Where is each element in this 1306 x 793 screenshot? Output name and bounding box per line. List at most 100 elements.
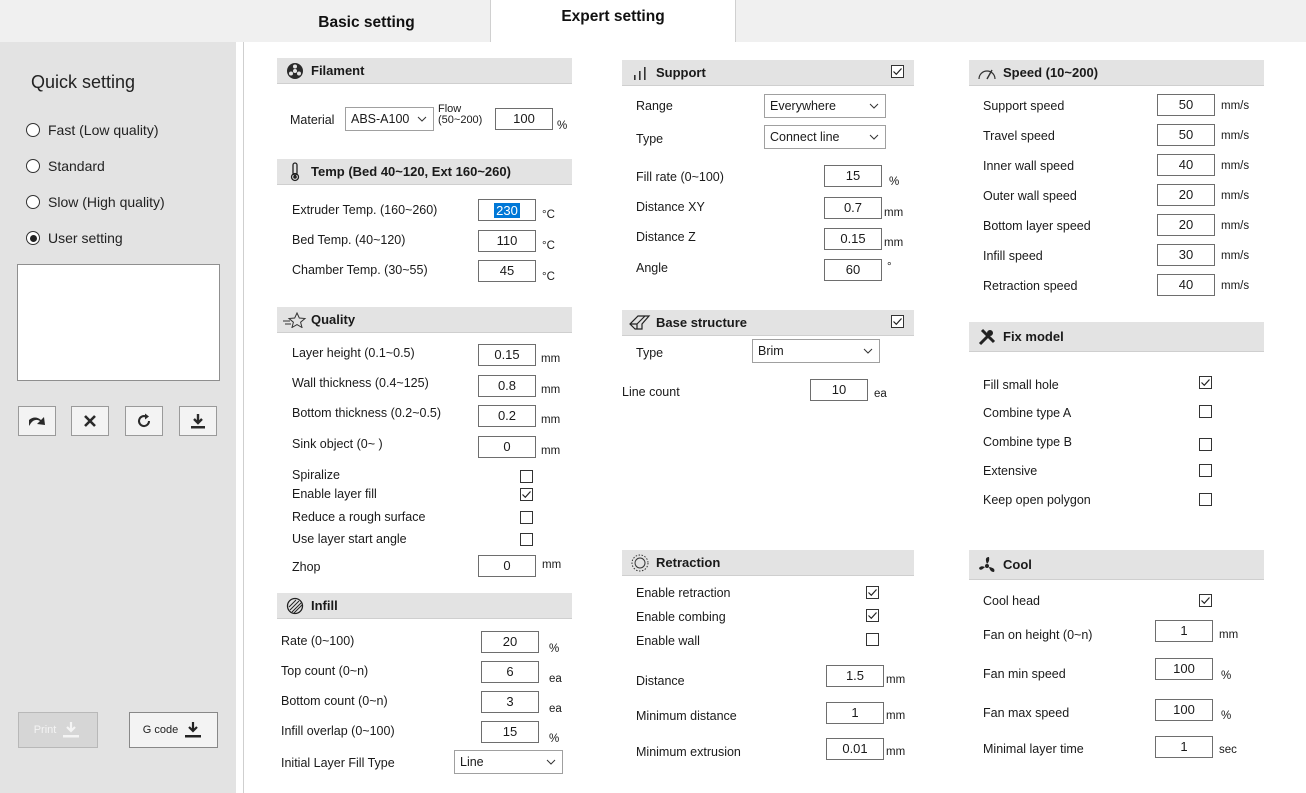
gcode-button[interactable]: G code	[129, 712, 218, 748]
support-fill-rate-unit: %	[889, 176, 900, 188]
print-button[interactable]: Print	[18, 712, 98, 748]
layer-height-input[interactable]: 0.15	[478, 344, 536, 366]
fill-small-hole-checkbox[interactable]	[1199, 376, 1212, 389]
zhop-unit: mm	[542, 559, 562, 571]
cool-title: Cool	[1003, 557, 1032, 572]
enable-retraction-checkbox[interactable]	[866, 586, 879, 599]
travel-speed-input[interactable]: 50	[1157, 124, 1215, 146]
download-icon	[191, 414, 205, 429]
chevron-down-icon	[869, 103, 879, 109]
fan-max-speed-input[interactable]: 100	[1155, 699, 1213, 721]
redo-button[interactable]	[18, 406, 56, 436]
flow-input[interactable]: 100	[495, 108, 553, 130]
retraction-gear-icon	[628, 553, 652, 573]
fan-min-speed-input[interactable]: 100	[1155, 658, 1213, 680]
radio-fast[interactable]: Fast (Low quality)	[26, 122, 158, 138]
tab-expert-setting[interactable]: Expert setting	[490, 0, 736, 42]
radio-standard[interactable]: Standard	[26, 158, 105, 174]
support-range-dropdown[interactable]: Everywhere	[764, 94, 886, 118]
reduce-rough-surface-label: Reduce a rough surface	[292, 510, 426, 524]
zhop-input[interactable]: 0	[478, 555, 536, 577]
user-preset-list[interactable]	[17, 264, 220, 381]
sink-object-input[interactable]: 0	[478, 436, 536, 458]
delete-button[interactable]	[71, 406, 109, 436]
radio-user-setting[interactable]: User setting	[26, 230, 123, 246]
refresh-button[interactable]	[125, 406, 163, 436]
expert-settings-panel: Filament Material ABS-A100 Flow (50~200)…	[243, 42, 1293, 793]
reduce-rough-surface-checkbox[interactable]	[520, 511, 533, 524]
initial-fill-type-label: Initial Layer Fill Type	[281, 756, 395, 770]
minimum-distance-input[interactable]: 1	[826, 702, 884, 724]
top-count-input[interactable]: 6	[481, 661, 539, 683]
base-type-value: Brim	[758, 344, 784, 358]
save-preset-button[interactable]	[179, 406, 217, 436]
radio-button[interactable]	[26, 123, 40, 137]
bottom-layer-speed-input[interactable]: 20	[1157, 214, 1215, 236]
retraction-distance-input[interactable]: 1.5	[826, 665, 884, 687]
minimum-extrusion-label: Minimum extrusion	[636, 745, 741, 759]
initial-fill-type-dropdown[interactable]: Line	[454, 750, 563, 774]
base-structure-enable-checkbox[interactable]	[891, 315, 904, 328]
tools-wrench-icon	[975, 327, 999, 347]
cool-head-checkbox[interactable]	[1199, 594, 1212, 607]
material-dropdown[interactable]: ABS-A100	[345, 107, 434, 131]
infill-overlap-input[interactable]: 15	[481, 721, 539, 743]
inner-wall-speed-input[interactable]: 40	[1157, 154, 1215, 176]
chamber-temp-input[interactable]: 45	[478, 260, 536, 282]
line-count-input[interactable]: 10	[810, 379, 868, 401]
retraction-speed-input[interactable]: 40	[1157, 274, 1215, 296]
combine-type-b-checkbox[interactable]	[1199, 438, 1212, 451]
minimum-distance-label: Minimum distance	[636, 709, 737, 723]
radio-button[interactable]	[26, 195, 40, 209]
radio-button[interactable]	[26, 231, 40, 245]
support-angle-unit: °	[887, 261, 892, 273]
bottom-thickness-unit: mm	[541, 414, 561, 426]
distance-z-input[interactable]: 0.15	[824, 228, 882, 250]
thermometer-icon	[283, 161, 307, 182]
extruder-temp-label: Extruder Temp. (160~260)	[292, 203, 438, 217]
infill-speed-input[interactable]: 30	[1157, 244, 1215, 266]
inner-wall-speed-label: Inner wall speed	[983, 159, 1075, 173]
bottom-count-input[interactable]: 3	[481, 691, 539, 713]
enable-wall-checkbox[interactable]	[866, 633, 879, 646]
layer-start-angle-checkbox[interactable]	[520, 533, 533, 546]
radio-button[interactable]	[26, 159, 40, 173]
tab-basic-setting[interactable]: Basic setting	[243, 0, 491, 42]
flow-label: Flow (50~200)	[438, 104, 482, 126]
initial-fill-type-value: Line	[460, 755, 484, 769]
wall-thickness-input[interactable]: 0.8	[478, 375, 536, 397]
radio-slow[interactable]: Slow (High quality)	[26, 194, 165, 210]
keep-open-polygon-checkbox[interactable]	[1199, 493, 1212, 506]
top-count-label: Top count (0~n)	[281, 664, 369, 678]
enable-layer-fill-checkbox[interactable]	[520, 488, 533, 501]
sink-object-unit: mm	[541, 445, 561, 457]
support-type-dropdown[interactable]: Connect line	[764, 125, 886, 149]
outer-wall-speed-input[interactable]: 20	[1157, 184, 1215, 206]
combine-type-a-checkbox[interactable]	[1199, 405, 1212, 418]
extruder-temp-input[interactable]: 230	[478, 199, 536, 221]
minimal-layer-time-input[interactable]: 1	[1155, 736, 1213, 758]
base-type-label: Type	[636, 346, 664, 360]
minimum-extrusion-input[interactable]: 0.01	[826, 738, 884, 760]
minimum-distance-unit: mm	[886, 710, 906, 722]
distance-xy-input[interactable]: 0.7	[824, 197, 882, 219]
enable-layer-fill-label: Enable layer fill	[292, 487, 377, 501]
bottom-thickness-input[interactable]: 0.2	[478, 405, 536, 427]
infill-rate-input[interactable]: 20	[481, 631, 539, 653]
support-speed-input[interactable]: 50	[1157, 94, 1215, 116]
bed-temp-input[interactable]: 110	[478, 230, 536, 252]
support-fill-rate-input[interactable]: 15	[824, 165, 882, 187]
support-fill-rate-label: Fill rate (0~100)	[636, 170, 724, 184]
support-enable-checkbox[interactable]	[891, 65, 904, 78]
enable-combing-checkbox[interactable]	[866, 609, 879, 622]
fan-on-height-input[interactable]: 1	[1155, 620, 1213, 642]
wall-thickness-label: Wall thickness (0.4~125)	[292, 376, 429, 390]
support-angle-input[interactable]: 60	[824, 259, 882, 281]
spiralize-checkbox[interactable]	[520, 470, 533, 483]
base-type-dropdown[interactable]: Brim	[752, 339, 880, 363]
infill-pattern-icon	[283, 597, 307, 615]
layer-start-angle-label: Use layer start angle	[292, 532, 407, 546]
extensive-checkbox[interactable]	[1199, 464, 1212, 477]
inner-wall-speed-unit: mm/s	[1221, 160, 1250, 172]
checkmark-icon	[868, 612, 877, 620]
